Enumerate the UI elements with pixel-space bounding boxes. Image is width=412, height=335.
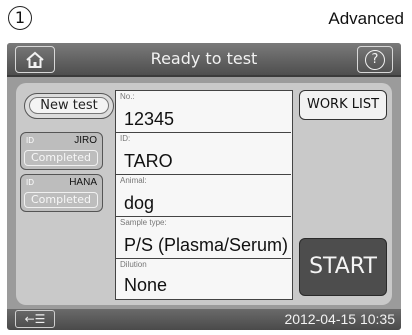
home-button[interactable] bbox=[15, 46, 55, 73]
back-list-icon: ←☰ bbox=[24, 312, 46, 326]
field-animal-label: Animal: bbox=[120, 176, 147, 185]
top-bar: Ready to test ? bbox=[7, 43, 401, 77]
tab-new-test-label: New test bbox=[29, 97, 109, 114]
field-number[interactable]: No.: 12345 bbox=[116, 91, 291, 133]
patient-card-hana[interactable]: ID HANA Completed bbox=[20, 174, 103, 212]
work-list-button[interactable]: WORK LIST bbox=[299, 90, 387, 120]
datetime-display: 2012-04-15 10:35 bbox=[284, 311, 395, 327]
field-dilution-label: Dilution bbox=[120, 260, 147, 269]
mode-label: Advanced bbox=[328, 9, 404, 28]
start-button[interactable]: START bbox=[299, 238, 387, 296]
field-number-label: No.: bbox=[120, 92, 135, 101]
patient-card-jiro[interactable]: ID JIRO Completed bbox=[20, 132, 103, 170]
patient-status: Completed bbox=[24, 150, 98, 166]
back-list-button[interactable]: ←☰ bbox=[15, 310, 55, 328]
device-screen: Ready to test ? New test ID JIRO Complet… bbox=[7, 43, 401, 330]
bottom-bar: ←☰ 2012-04-15 10:35 bbox=[7, 309, 401, 330]
field-id-value: TARO bbox=[124, 151, 173, 171]
field-sample-type-value: P/S (Plasma/Serum) bbox=[124, 235, 289, 255]
step-number: 1 bbox=[8, 6, 32, 30]
patient-id-label: ID bbox=[26, 178, 34, 187]
field-animal-value: dog bbox=[124, 193, 155, 213]
home-icon bbox=[26, 51, 44, 68]
field-animal[interactable]: Animal: dog bbox=[116, 175, 291, 217]
screen-title: Ready to test bbox=[150, 49, 258, 68]
field-id-label: ID: bbox=[120, 134, 131, 143]
patient-name: JIRO bbox=[74, 135, 97, 146]
main-panel: New test ID JIRO Completed ID HANA Compl… bbox=[16, 83, 392, 305]
patient-status: Completed bbox=[24, 192, 98, 208]
field-id[interactable]: ID: TARO bbox=[116, 133, 291, 175]
tab-new-test[interactable]: New test bbox=[24, 93, 114, 119]
field-sample-type[interactable]: Sample type: P/S (Plasma/Serum) bbox=[116, 217, 291, 259]
field-dilution-value: None bbox=[124, 275, 168, 295]
help-button[interactable]: ? bbox=[357, 46, 393, 73]
test-info-fields: No.: 12345 ID: TARO Animal: dog Sample t… bbox=[115, 90, 293, 300]
field-number-value: 12345 bbox=[124, 109, 175, 129]
field-dilution[interactable]: Dilution None bbox=[116, 259, 291, 298]
field-sample-type-label: Sample type: bbox=[120, 218, 167, 227]
patient-id-label: ID bbox=[26, 136, 34, 145]
help-icon: ? bbox=[365, 49, 385, 70]
patient-name: HANA bbox=[69, 177, 97, 188]
